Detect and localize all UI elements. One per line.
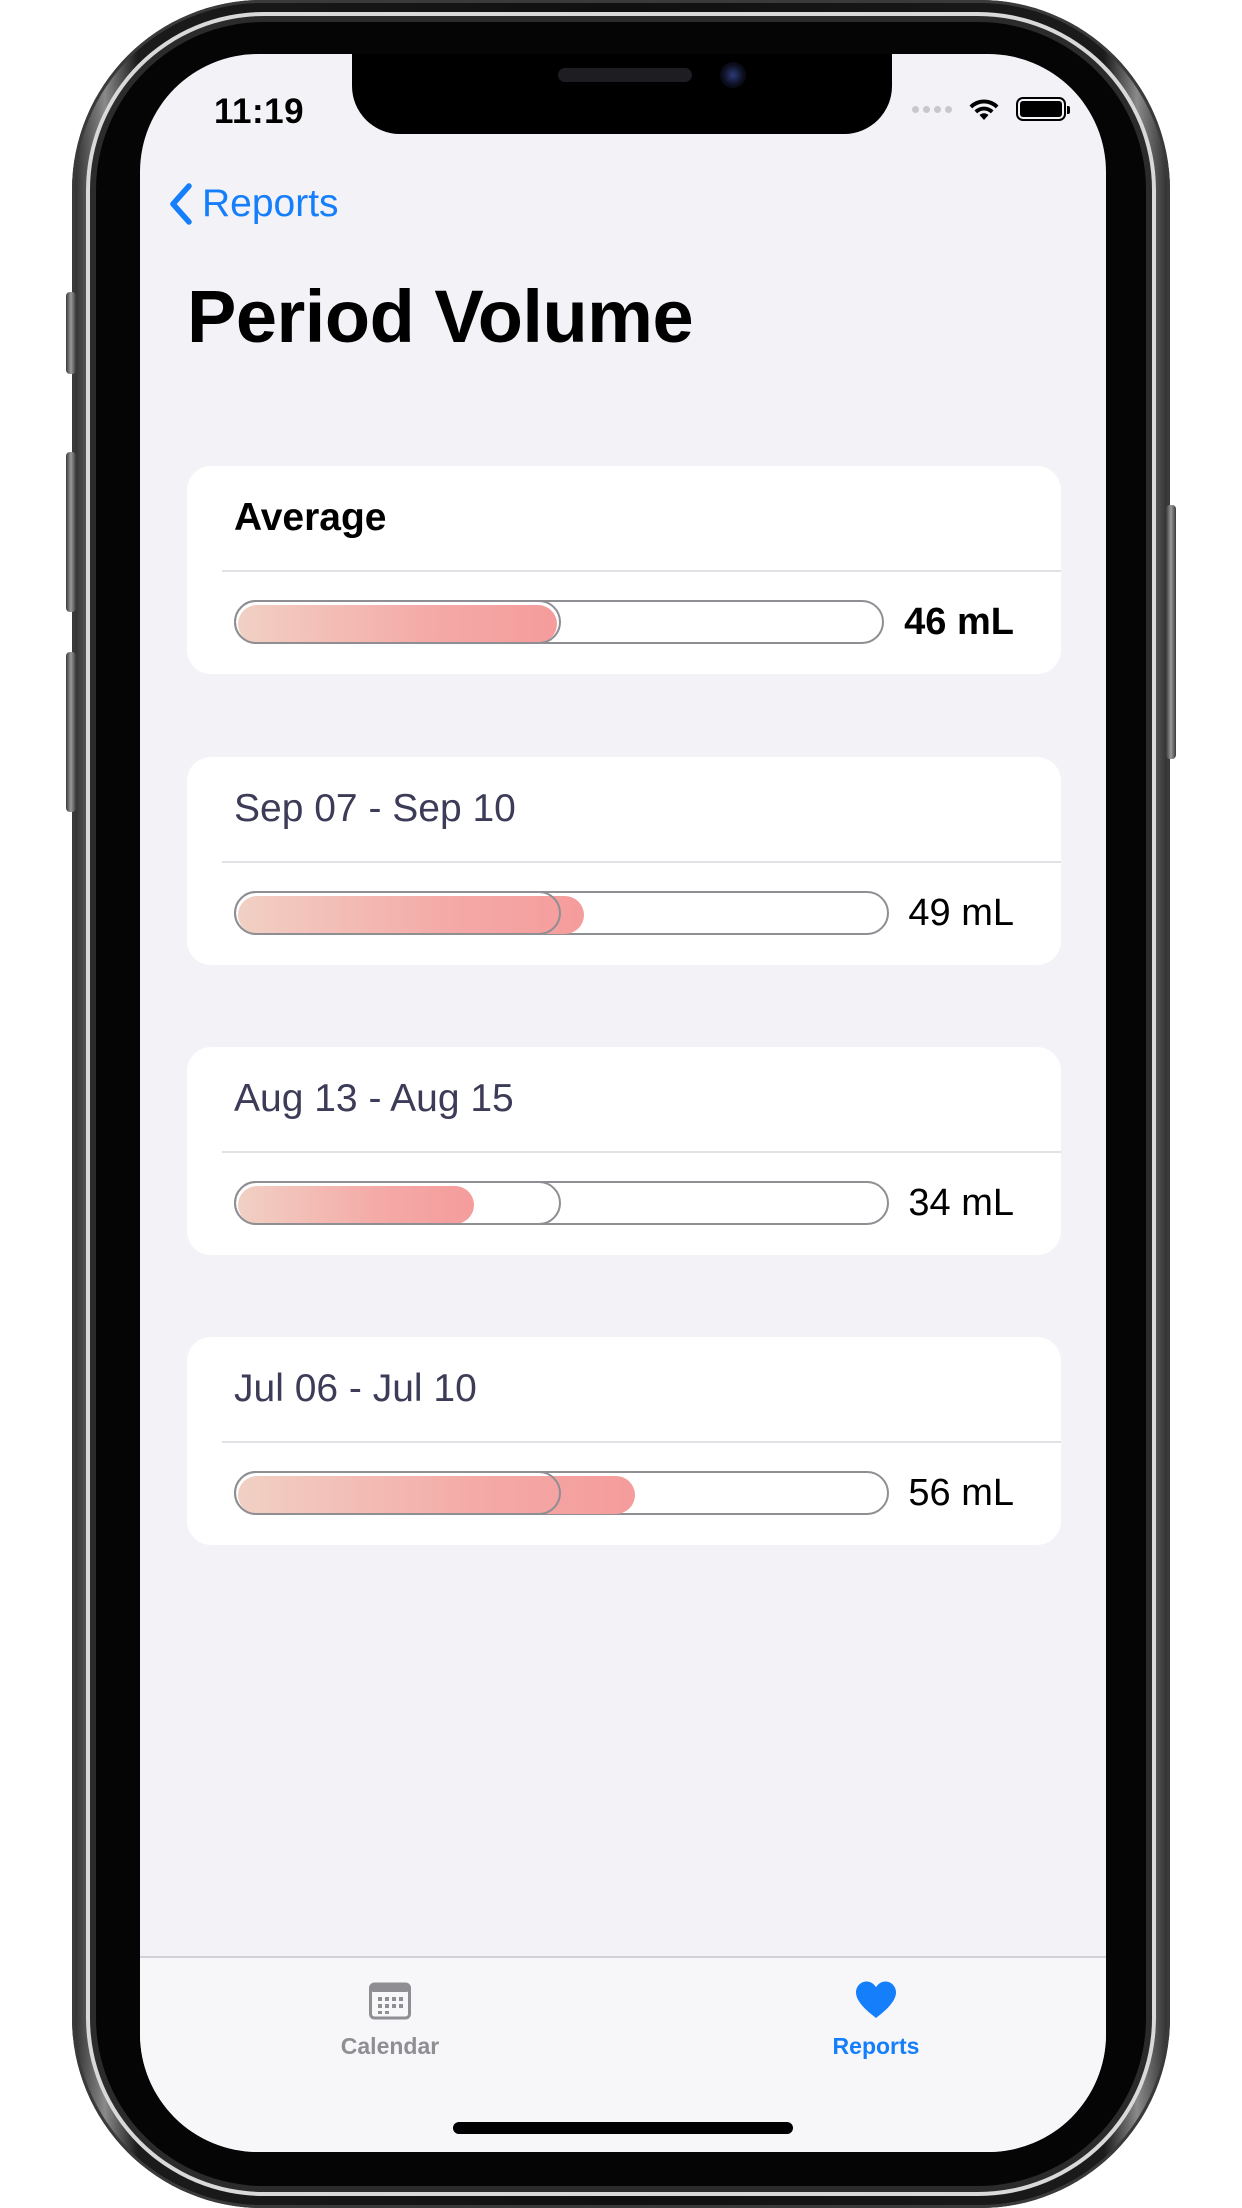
screen: 11:19 Reports Period Volume Average 46 m… bbox=[140, 54, 1106, 2152]
divider bbox=[222, 1151, 1061, 1153]
volume-down-button bbox=[66, 652, 76, 812]
page-title: Period Volume bbox=[187, 275, 694, 358]
average-bar bbox=[234, 600, 894, 648]
cycle-bar bbox=[234, 1471, 894, 1519]
cycle-date-range: Sep 07 - Sep 10 bbox=[234, 787, 516, 830]
average-value: 46 mL bbox=[904, 601, 1014, 643]
chevron-left-icon bbox=[170, 183, 192, 225]
average-label: Average bbox=[234, 496, 387, 539]
tab-bar: Calendar Reports bbox=[140, 1956, 1106, 2152]
tab-calendar[interactable]: Calendar bbox=[270, 1980, 510, 2060]
speaker bbox=[558, 68, 692, 82]
divider bbox=[222, 570, 1061, 572]
cycle-card: Sep 07 - Sep 10 49 mL bbox=[187, 757, 1061, 965]
average-card: Average 46 mL bbox=[187, 466, 1061, 674]
calendar-icon bbox=[369, 1982, 411, 2020]
camera bbox=[720, 62, 746, 88]
tab-calendar-label: Calendar bbox=[340, 2033, 440, 2059]
average-marker bbox=[234, 600, 561, 644]
cycle-date-range: Aug 13 - Aug 15 bbox=[234, 1077, 514, 1120]
cycle-value: 49 mL bbox=[908, 892, 1014, 934]
volume-up-button bbox=[66, 452, 76, 612]
signal-dots-icon bbox=[912, 105, 952, 113]
wifi-icon bbox=[969, 99, 999, 120]
tab-reports-label: Reports bbox=[832, 2033, 920, 2059]
divider bbox=[222, 861, 1061, 863]
cycle-date-range: Jul 06 - Jul 10 bbox=[234, 1367, 477, 1410]
home-indicator bbox=[453, 2122, 793, 2134]
average-marker bbox=[234, 1181, 561, 1225]
cycle-card: Jul 06 - Jul 10 56 mL bbox=[187, 1337, 1061, 1545]
heart-icon bbox=[856, 1981, 896, 2018]
cycle-card: Aug 13 - Aug 15 34 mL bbox=[187, 1047, 1061, 1255]
back-button-label: Reports bbox=[202, 182, 339, 225]
divider bbox=[222, 1441, 1061, 1443]
average-marker bbox=[234, 891, 561, 935]
battery-icon bbox=[1016, 97, 1070, 121]
mute-switch bbox=[66, 292, 76, 374]
cycle-bar bbox=[234, 891, 894, 939]
cycle-value: 56 mL bbox=[908, 1472, 1014, 1514]
back-button[interactable]: Reports bbox=[168, 182, 339, 226]
average-marker bbox=[234, 1471, 561, 1515]
notch bbox=[352, 54, 892, 134]
status-time: 11:19 bbox=[214, 92, 305, 131]
cycle-bar bbox=[234, 1181, 894, 1229]
tab-reports[interactable]: Reports bbox=[756, 1980, 996, 2060]
status-icons bbox=[912, 96, 1070, 122]
power-button bbox=[1166, 505, 1176, 759]
cycle-value: 34 mL bbox=[908, 1182, 1014, 1224]
